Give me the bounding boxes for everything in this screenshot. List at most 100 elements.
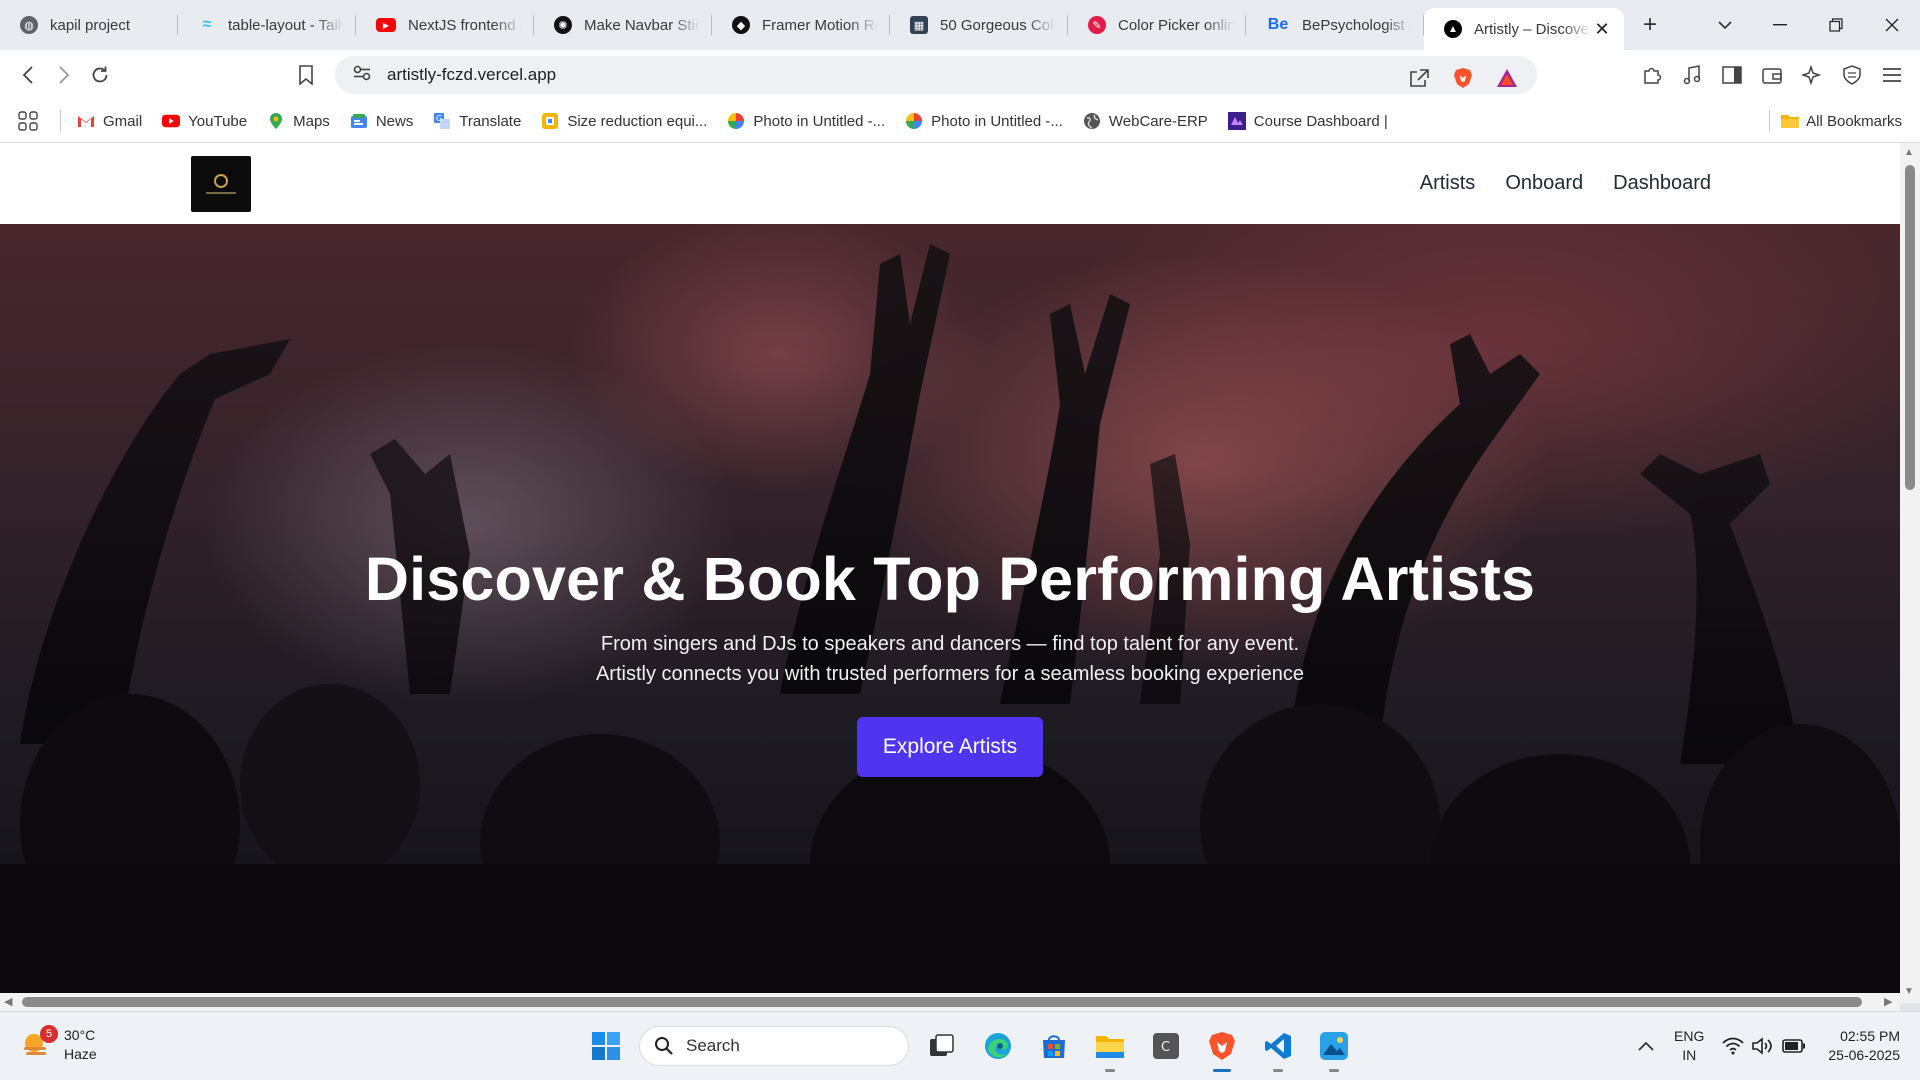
brave-rewards-icon[interactable] [1489, 60, 1525, 96]
file-explorer-icon[interactable] [1087, 1023, 1133, 1072]
new-tab-button[interactable]: + [1632, 7, 1668, 43]
taskbar-search-label: Search [686, 1036, 740, 1055]
bookmark-photo-2[interactable]: Photo in Untitled -... [905, 112, 1063, 130]
edge-browser-icon[interactable] [975, 1023, 1021, 1069]
bookmark-maps[interactable]: Maps [267, 112, 330, 130]
vpn-shield-icon[interactable] [1834, 57, 1870, 93]
running-indicator [1273, 1069, 1283, 1072]
tab-kapil-project[interactable]: ◍ kapil project [0, 0, 178, 50]
all-bookmarks-label: All Bookmarks [1806, 112, 1902, 130]
photos-app-icon[interactable] [1311, 1023, 1357, 1072]
bookmark-photo-1[interactable]: Photo in Untitled -... [727, 112, 885, 130]
logo-tagline [206, 192, 236, 194]
all-bookmarks[interactable]: All Bookmarks [1767, 110, 1902, 132]
menu-icon[interactable] [1874, 57, 1910, 93]
tab-table-layout[interactable]: ≈ table-layout - Tailwind [178, 0, 356, 50]
site-settings-icon[interactable] [353, 65, 371, 86]
scroll-left-arrow-icon[interactable]: ◀ [4, 995, 12, 1008]
leo-ai-icon[interactable] [1794, 57, 1830, 93]
weather-haze-icon: 5 [20, 1025, 58, 1061]
artistly-logo[interactable] [191, 156, 251, 212]
restore-icon[interactable] [1808, 0, 1864, 50]
tab-color-picker[interactable]: ✎ Color Picker online [1068, 0, 1246, 50]
microsoft-store-icon[interactable] [1031, 1023, 1077, 1069]
share-icon[interactable] [1401, 60, 1437, 96]
tab-bepsychologist[interactable]: Be BePsychologist 2 [1246, 0, 1424, 50]
toolbar-right-actions [1634, 57, 1910, 93]
hero-subtitle: From singers and DJs to speakers and dan… [0, 629, 1900, 689]
media-icon[interactable] [1674, 57, 1710, 93]
wallet-icon[interactable] [1754, 57, 1790, 93]
volume-icon[interactable] [1752, 1037, 1774, 1055]
bookmarks-separator [1769, 110, 1771, 132]
tab-make-navbar-sticky[interactable]: ✺ Make Navbar Sticky [534, 0, 712, 50]
gmail-icon [77, 112, 95, 130]
horizontal-scroll-thumb[interactable] [22, 997, 1862, 1007]
bookmark-label: Translate [459, 112, 522, 130]
address-bar[interactable]: artistly-fczd.vercel.app [335, 56, 1537, 94]
running-indicator [1329, 1069, 1339, 1072]
bookmark-translate[interactable]: G Translate [433, 112, 521, 130]
colorpicker-icon: ✎ [1088, 16, 1106, 34]
scroll-up-arrow-icon[interactable]: ▲ [1904, 147, 1914, 158]
folder-icon [1780, 113, 1800, 129]
input-language[interactable]: ENG IN [1674, 1027, 1704, 1065]
tab-title: Framer Motion React [762, 16, 878, 34]
brave-shields-icon[interactable] [1445, 60, 1481, 96]
nav-link-artists[interactable]: Artists [1420, 172, 1476, 195]
close-tab-icon[interactable]: ✕ [1592, 19, 1612, 39]
youtube-icon [162, 112, 181, 130]
browser-toolbar: artistly-fczd.vercel.app [0, 50, 1920, 100]
windows-taskbar: 5 30°C Haze Search C ENG IN 02:55 PM 25-… [0, 1011, 1920, 1080]
horizontal-scrollbar[interactable]: ◀ ▶ [0, 993, 1900, 1011]
bookmark-youtube[interactable]: YouTube [162, 112, 247, 130]
bookmark-page-icon[interactable] [288, 57, 324, 93]
forward-arrow-icon[interactable] [46, 57, 82, 93]
tab-artistly[interactable]: ▲ Artistly – Discover ✕ [1424, 8, 1624, 50]
extensions-icon[interactable] [1634, 57, 1670, 93]
running-indicator [1213, 1069, 1231, 1072]
close-window-icon[interactable] [1864, 0, 1920, 50]
tab-title: BePsychologist 2 [1302, 16, 1412, 34]
vscode-icon[interactable] [1255, 1023, 1301, 1072]
url-text[interactable]: artistly-fczd.vercel.app [387, 65, 556, 85]
clock-time: 02:55 PM [1840, 1028, 1900, 1044]
taskbar-search[interactable]: Search [639, 1026, 909, 1066]
hero-subtitle-line-2: Artistly connects you with trusted perfo… [595, 663, 1305, 685]
bookmark-course-dashboard[interactable]: Course Dashboard | [1227, 112, 1388, 130]
cursor-app-icon[interactable]: C [1143, 1023, 1189, 1069]
explore-artists-button[interactable]: Explore Artists [857, 717, 1043, 777]
task-view-icon[interactable] [919, 1023, 965, 1069]
tab-title: Make Navbar Sticky [584, 16, 700, 34]
hero-title: Discover & Book Top Performing Artists [364, 545, 1536, 613]
tab-framer-motion[interactable]: ◆ Framer Motion React [712, 0, 890, 50]
bookmark-webcare-erp[interactable]: WebCare-ERP [1083, 112, 1208, 130]
weather-widget[interactable]: 5 30°C Haze [20, 1025, 97, 1064]
scroll-right-arrow-icon[interactable]: ▶ [1884, 995, 1892, 1008]
sidebar-icon[interactable] [1714, 57, 1750, 93]
taskbar-clock[interactable]: 02:55 PM 25-06-2025 [1828, 1027, 1900, 1065]
minimize-icon[interactable] [1752, 0, 1808, 50]
battery-icon[interactable] [1782, 1039, 1806, 1053]
bookmark-gmail[interactable]: Gmail [77, 112, 142, 130]
bookmark-news[interactable]: News [350, 112, 413, 130]
apps-grid-icon[interactable] [18, 111, 38, 131]
bookmark-size-reduction[interactable]: Size reduction equi... [541, 112, 707, 130]
windows-start-icon[interactable] [583, 1023, 629, 1069]
photos-icon [727, 112, 745, 130]
tab-nextjs-frontend[interactable]: ▶ NextJS frontend search [356, 0, 534, 50]
vertical-scrollbar[interactable]: ▲ ▼ [1900, 143, 1920, 1003]
bookmark-label: WebCare-ERP [1108, 112, 1208, 130]
tray-chevron-up-icon[interactable] [1638, 1041, 1654, 1051]
weather-temp: 30°C [64, 1027, 96, 1043]
brave-browser-icon[interactable] [1199, 1023, 1245, 1072]
scroll-down-arrow-icon[interactable]: ▼ [1904, 986, 1914, 997]
nav-link-dashboard[interactable]: Dashboard [1613, 172, 1711, 195]
tab-color-palettes[interactable]: ▦ 50 Gorgeous Color Palettes [890, 0, 1068, 50]
reload-icon[interactable] [82, 57, 118, 93]
vertical-scroll-thumb[interactable] [1905, 165, 1915, 490]
nav-link-onboard[interactable]: Onboard [1505, 172, 1583, 195]
tab-search-chevron-icon[interactable] [1710, 10, 1740, 40]
back-arrow-icon[interactable] [10, 57, 46, 93]
wifi-icon[interactable] [1722, 1037, 1745, 1055]
